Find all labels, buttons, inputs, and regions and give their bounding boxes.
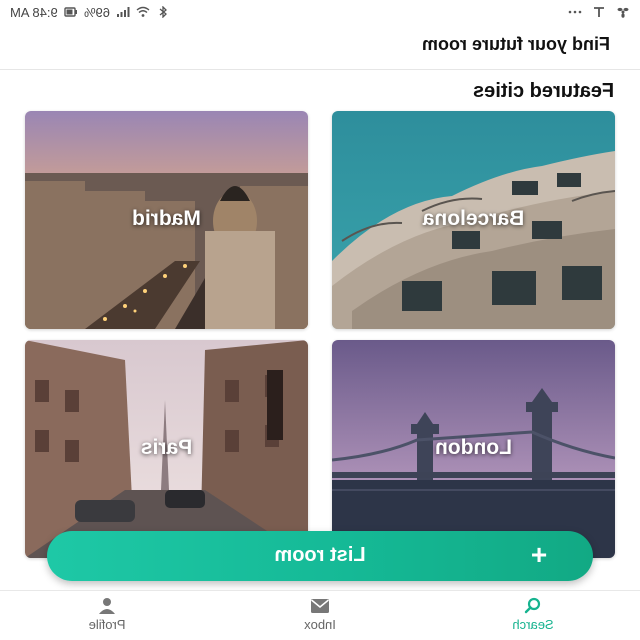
city-card-london[interactable]: London bbox=[332, 340, 615, 558]
bottom-nav: Search Inbox Profile bbox=[0, 590, 640, 640]
signal-icon bbox=[116, 7, 130, 17]
featured-cities-heading: Featured cities bbox=[472, 80, 614, 102]
city-card-paris[interactable]: Paris bbox=[25, 340, 308, 558]
city-name-madrid: Madrid bbox=[132, 207, 201, 230]
city-name-barcelona: Barcelona bbox=[422, 207, 525, 230]
battery-icon bbox=[64, 7, 77, 17]
city-name-paris: Paris bbox=[140, 436, 193, 459]
person-icon bbox=[99, 598, 115, 614]
nav-label-search: Search bbox=[512, 617, 554, 632]
battery-percent: 69% bbox=[83, 4, 110, 20]
city-card-madrid[interactable]: Madrid bbox=[25, 111, 308, 329]
mail-icon bbox=[311, 599, 329, 613]
list-room-label: List room bbox=[274, 544, 366, 566]
nav-label-profile: Profile bbox=[88, 617, 126, 632]
t-icon bbox=[594, 7, 604, 17]
nav-item-profile[interactable]: Profile bbox=[52, 595, 162, 639]
nav-label-inbox: Inbox bbox=[304, 617, 336, 632]
city-card-barcelona[interactable]: Barcelona bbox=[332, 111, 615, 329]
more-icon bbox=[568, 10, 582, 14]
fan-icon bbox=[617, 7, 629, 18]
page-title: Find your future room bbox=[422, 34, 610, 54]
status-time: 9:48 AM bbox=[10, 4, 58, 20]
city-name-london: London bbox=[435, 436, 512, 459]
status-bar: 9:48 AM 69% bbox=[0, 0, 640, 24]
nav-item-inbox[interactable]: Inbox bbox=[265, 595, 375, 639]
wifi-icon bbox=[136, 6, 150, 17]
status-right bbox=[568, 6, 630, 18]
status-left: 9:48 AM 69% bbox=[10, 5, 170, 20]
app-header: Find your future room bbox=[0, 24, 640, 70]
bluetooth-icon bbox=[159, 6, 167, 18]
search-icon bbox=[524, 597, 541, 614]
nav-item-search[interactable]: Search bbox=[478, 595, 588, 639]
list-room-button[interactable]: + List room bbox=[47, 531, 593, 581]
